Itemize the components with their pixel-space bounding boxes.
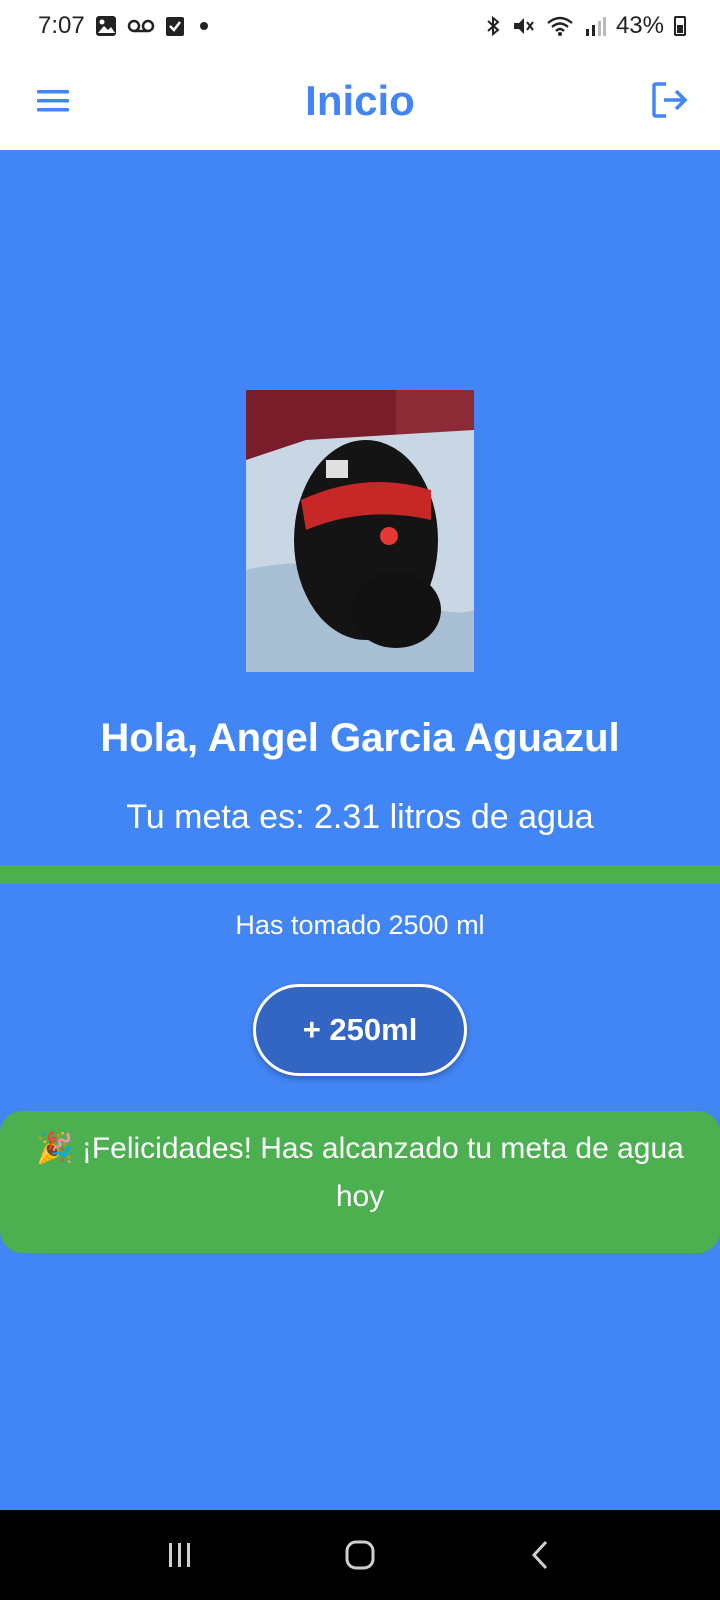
recent-apps-icon	[169, 1543, 190, 1567]
app-bar: Inicio	[0, 52, 720, 150]
profile-photo	[246, 390, 474, 672]
greeting-text: Hola, Angel Garcia Aguazul	[100, 716, 620, 760]
wifi-icon	[546, 15, 574, 37]
voicemail-icon	[127, 18, 155, 34]
battery-icon	[674, 16, 686, 36]
checkbox-icon	[165, 15, 185, 37]
goal-text: Tu meta es: 2.31 litros de agua	[126, 798, 594, 836]
congrats-banner: 🎉 ¡Felicidades! Has alcanzado tu meta de…	[0, 1111, 720, 1253]
status-right: 43%	[484, 12, 686, 40]
system-nav-bar	[0, 1510, 720, 1600]
avatar	[246, 390, 474, 672]
consumed-text: Has tomado 2500 ml	[235, 910, 485, 940]
home-button[interactable]	[330, 1525, 390, 1585]
status-time: 7:07	[38, 12, 85, 39]
bluetooth-icon	[484, 15, 502, 37]
page-title: Inicio	[305, 77, 415, 124]
image-icon	[95, 15, 117, 37]
logout-button[interactable]	[646, 76, 694, 124]
signal-icon	[584, 15, 606, 37]
logout-icon	[652, 82, 688, 118]
progress-fill	[0, 865, 720, 884]
menu-button[interactable]	[30, 78, 76, 124]
status-bar: 7:07 43%	[0, 0, 720, 52]
status-left: 7:07	[38, 12, 213, 40]
back-button[interactable]	[510, 1525, 570, 1585]
home-icon	[345, 1540, 375, 1570]
congrats-text: 🎉 ¡Felicidades! Has alcanzado tu meta de…	[36, 1132, 684, 1213]
recent-apps-button[interactable]	[150, 1525, 210, 1585]
dot-icon	[195, 17, 213, 35]
mute-icon	[512, 15, 536, 37]
add-250ml-button[interactable]: + 250ml	[253, 984, 467, 1076]
battery-percent: 43%	[615, 12, 664, 39]
back-icon	[531, 1540, 548, 1570]
progress-bar	[0, 865, 720, 884]
menu-icon	[37, 90, 69, 112]
